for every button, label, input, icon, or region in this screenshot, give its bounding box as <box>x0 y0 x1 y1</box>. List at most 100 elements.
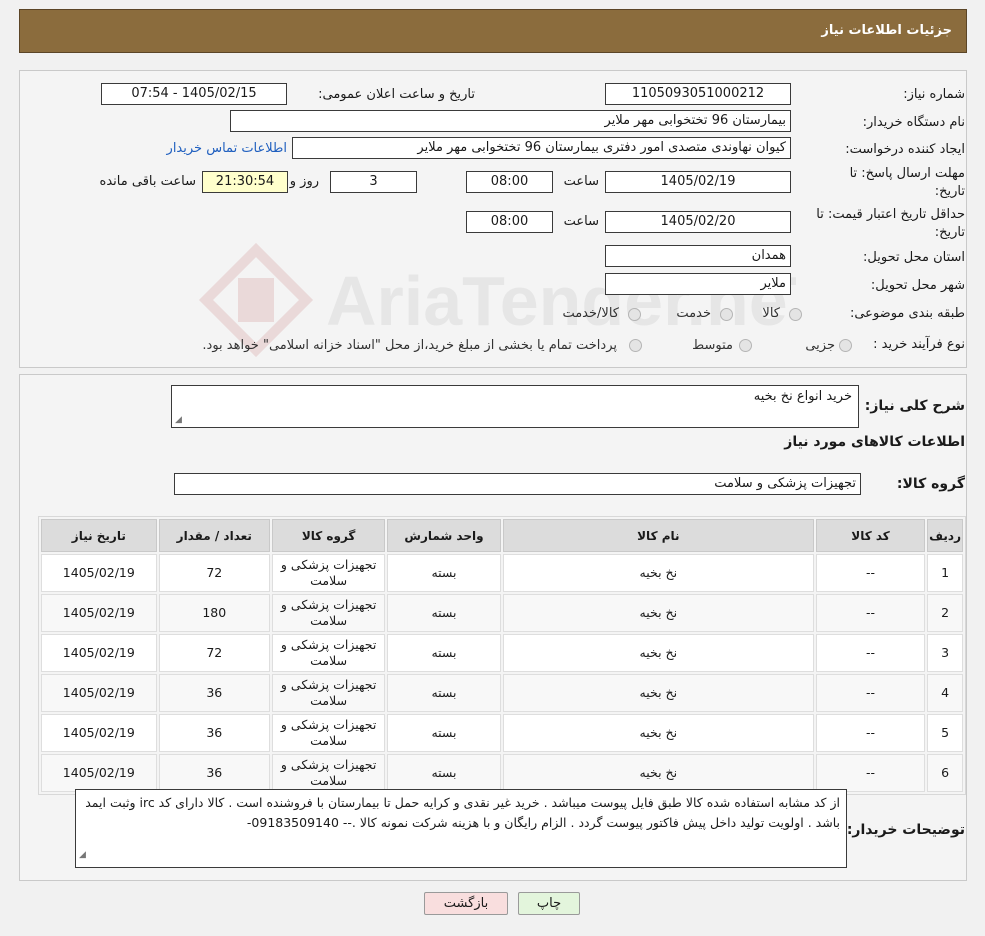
cell-row-number: 1 <box>927 554 963 592</box>
resize-grip-icon[interactable]: ◢ <box>175 415 182 425</box>
cell-goods-name: نخ بخیه <box>502 634 814 672</box>
process-radio-treasury[interactable] <box>629 339 642 352</box>
process-note: پرداخت تمام یا بخشی از مبلغ خرید،از محل … <box>202 338 617 353</box>
cell-goods-group: تجهیزات پزشکی و سلامت <box>271 594 386 632</box>
table-row: 3 -- نخ بخیه بسته تجهیزات پزشکی و سلامت … <box>41 634 963 672</box>
cell-goods-name: نخ بخیه <box>502 554 814 592</box>
deadline-label-date: تاریخ: <box>934 184 965 199</box>
cell-row-number: 5 <box>927 714 963 752</box>
buyer-notes-text: از کد مشابه استفاده شده کالا طبق فایل پی… <box>85 795 840 830</box>
summary-label: شرح کلی نیاز: <box>864 398 965 414</box>
creator-field: کیوان نهاوندی متصدی امور دفتری بیمارستان… <box>292 137 791 159</box>
table-row: 6 -- نخ بخیه بسته تجهیزات پزشکی و سلامت … <box>41 754 963 792</box>
process-label: نوع فرآیند خرید : <box>873 337 965 352</box>
cell-unit: بسته <box>387 714 501 752</box>
cell-goods-code: -- <box>815 554 926 592</box>
table-row: 2 -- نخ بخیه بسته تجهیزات پزشکی و سلامت … <box>41 594 963 632</box>
buyer-notes-label: توضیحات خریدار: <box>846 822 965 838</box>
page-title: جزئیات اطلاعات نیاز <box>821 23 952 38</box>
creator-label: ایجاد کننده درخواست: <box>845 142 965 157</box>
cell-goods-group: تجهیزات پزشکی و سلامت <box>271 714 386 752</box>
deadline-date-field: 1405/02/19 <box>605 171 791 193</box>
col-header-unit: واحد شمارش <box>387 519 501 552</box>
cell-quantity: 36 <box>158 714 270 752</box>
back-button[interactable]: بازگشت <box>424 892 508 915</box>
deadline-time-field: 08:00 <box>466 171 553 193</box>
cell-need-date: 1405/02/19 <box>41 634 157 672</box>
process-radio-minor[interactable] <box>839 339 852 352</box>
cell-goods-group: تجهیزات پزشکی و سلامت <box>271 634 386 672</box>
deadline-label: مهلت ارسال پاسخ: تا <box>849 166 965 181</box>
table-row: 4 -- نخ بخیه بسته تجهیزات پزشکی و سلامت … <box>41 674 963 712</box>
col-header-quantity: تعداد / مقدار <box>158 519 270 552</box>
resize-grip-icon[interactable]: ◢ <box>79 845 86 865</box>
summary-textarea[interactable]: خرید انواع نخ بخیه ◢ <box>171 385 859 428</box>
col-header-need-date: تاریخ نیاز <box>41 519 157 552</box>
days-field: 3 <box>330 171 417 193</box>
cell-unit: بسته <box>387 634 501 672</box>
cell-need-date: 1405/02/19 <box>41 674 157 712</box>
process-option-medium: متوسط <box>692 338 733 353</box>
col-header-row-number: ردیف <box>927 519 963 552</box>
cell-unit: بسته <box>387 594 501 632</box>
print-button[interactable]: چاپ <box>518 892 580 915</box>
cell-quantity: 180 <box>158 594 270 632</box>
contact-buyer-link[interactable]: اطلاعات تماس خریدار <box>167 141 287 156</box>
table-row: 1 -- نخ بخیه بسته تجهیزات پزشکی و سلامت … <box>41 554 963 592</box>
buyer-org-label: نام دستگاه خریدار: <box>862 115 965 130</box>
cell-goods-group: تجهیزات پزشکی و سلامت <box>271 554 386 592</box>
remaining-label: ساعت باقی مانده <box>99 174 196 189</box>
process-option-minor: جزیی <box>805 338 835 353</box>
cell-row-number: 2 <box>927 594 963 632</box>
cell-unit: بسته <box>387 554 501 592</box>
validity-time-label: ساعت <box>563 214 599 229</box>
process-radio-medium[interactable] <box>739 339 752 352</box>
goods-info-title: اطلاعات کالاهای مورد نیاز <box>784 434 965 450</box>
cell-need-date: 1405/02/19 <box>41 714 157 752</box>
cell-goods-name: نخ بخیه <box>502 594 814 632</box>
category-option-service: خدمت <box>676 306 711 321</box>
city-label: شهر محل تحویل: <box>870 278 965 293</box>
cell-quantity: 36 <box>158 754 270 792</box>
category-radio-service[interactable] <box>720 308 733 321</box>
goods-group-label: گروه کالا: <box>896 476 965 492</box>
col-header-goods-code: کد کالا <box>815 519 926 552</box>
city-field: ملایر <box>605 273 791 295</box>
goods-group-field: تجهیزات پزشکی و سلامت <box>174 473 861 495</box>
category-option-goods-service: کالا/خدمت <box>562 306 619 321</box>
cell-goods-group: تجهیزات پزشکی و سلامت <box>271 674 386 712</box>
cell-unit: بسته <box>387 754 501 792</box>
cell-goods-name: نخ بخیه <box>502 754 814 792</box>
cell-goods-name: نخ بخیه <box>502 674 814 712</box>
cell-row-number: 6 <box>927 754 963 792</box>
deadline-time-label: ساعت <box>563 174 599 189</box>
category-radio-goods[interactable] <box>789 308 802 321</box>
table-row: 5 -- نخ بخیه بسته تجهیزات پزشکی و سلامت … <box>41 714 963 752</box>
cell-goods-code: -- <box>815 674 926 712</box>
buyer-org-field: بیمارستان 96 تختخوابی مهر ملایر <box>230 110 791 132</box>
province-label: استان محل تحویل: <box>863 250 965 265</box>
cell-goods-group: تجهیزات پزشکی و سلامت <box>271 754 386 792</box>
remaining-time-field: 21:30:54 <box>202 171 288 193</box>
summary-text: خرید انواع نخ بخیه <box>753 389 852 404</box>
buyer-notes-textarea[interactable]: از کد مشابه استفاده شده کالا طبق فایل پی… <box>75 789 847 868</box>
cell-row-number: 3 <box>927 634 963 672</box>
need-number-label: شماره نیاز: <box>903 87 965 102</box>
cell-unit: بسته <box>387 674 501 712</box>
category-radio-goods-service[interactable] <box>628 308 641 321</box>
cell-goods-code: -- <box>815 714 926 752</box>
cell-goods-name: نخ بخیه <box>502 714 814 752</box>
cell-quantity: 36 <box>158 674 270 712</box>
page-header: جزئیات اطلاعات نیاز <box>19 9 967 53</box>
category-option-goods: کالا <box>762 306 780 321</box>
cell-goods-code: -- <box>815 634 926 672</box>
validity-label-date: تاریخ: <box>934 225 965 240</box>
col-header-goods-group: گروه کالا <box>271 519 386 552</box>
cell-row-number: 4 <box>927 674 963 712</box>
province-field: همدان <box>605 245 791 267</box>
days-label: روز و <box>289 174 319 189</box>
validity-date-field: 1405/02/20 <box>605 211 791 233</box>
cell-need-date: 1405/02/19 <box>41 594 157 632</box>
announce-label: تاریخ و ساعت اعلان عمومی: <box>318 87 475 102</box>
items-table: ردیف کد کالا نام کالا واحد شمارش گروه کا… <box>38 516 966 795</box>
